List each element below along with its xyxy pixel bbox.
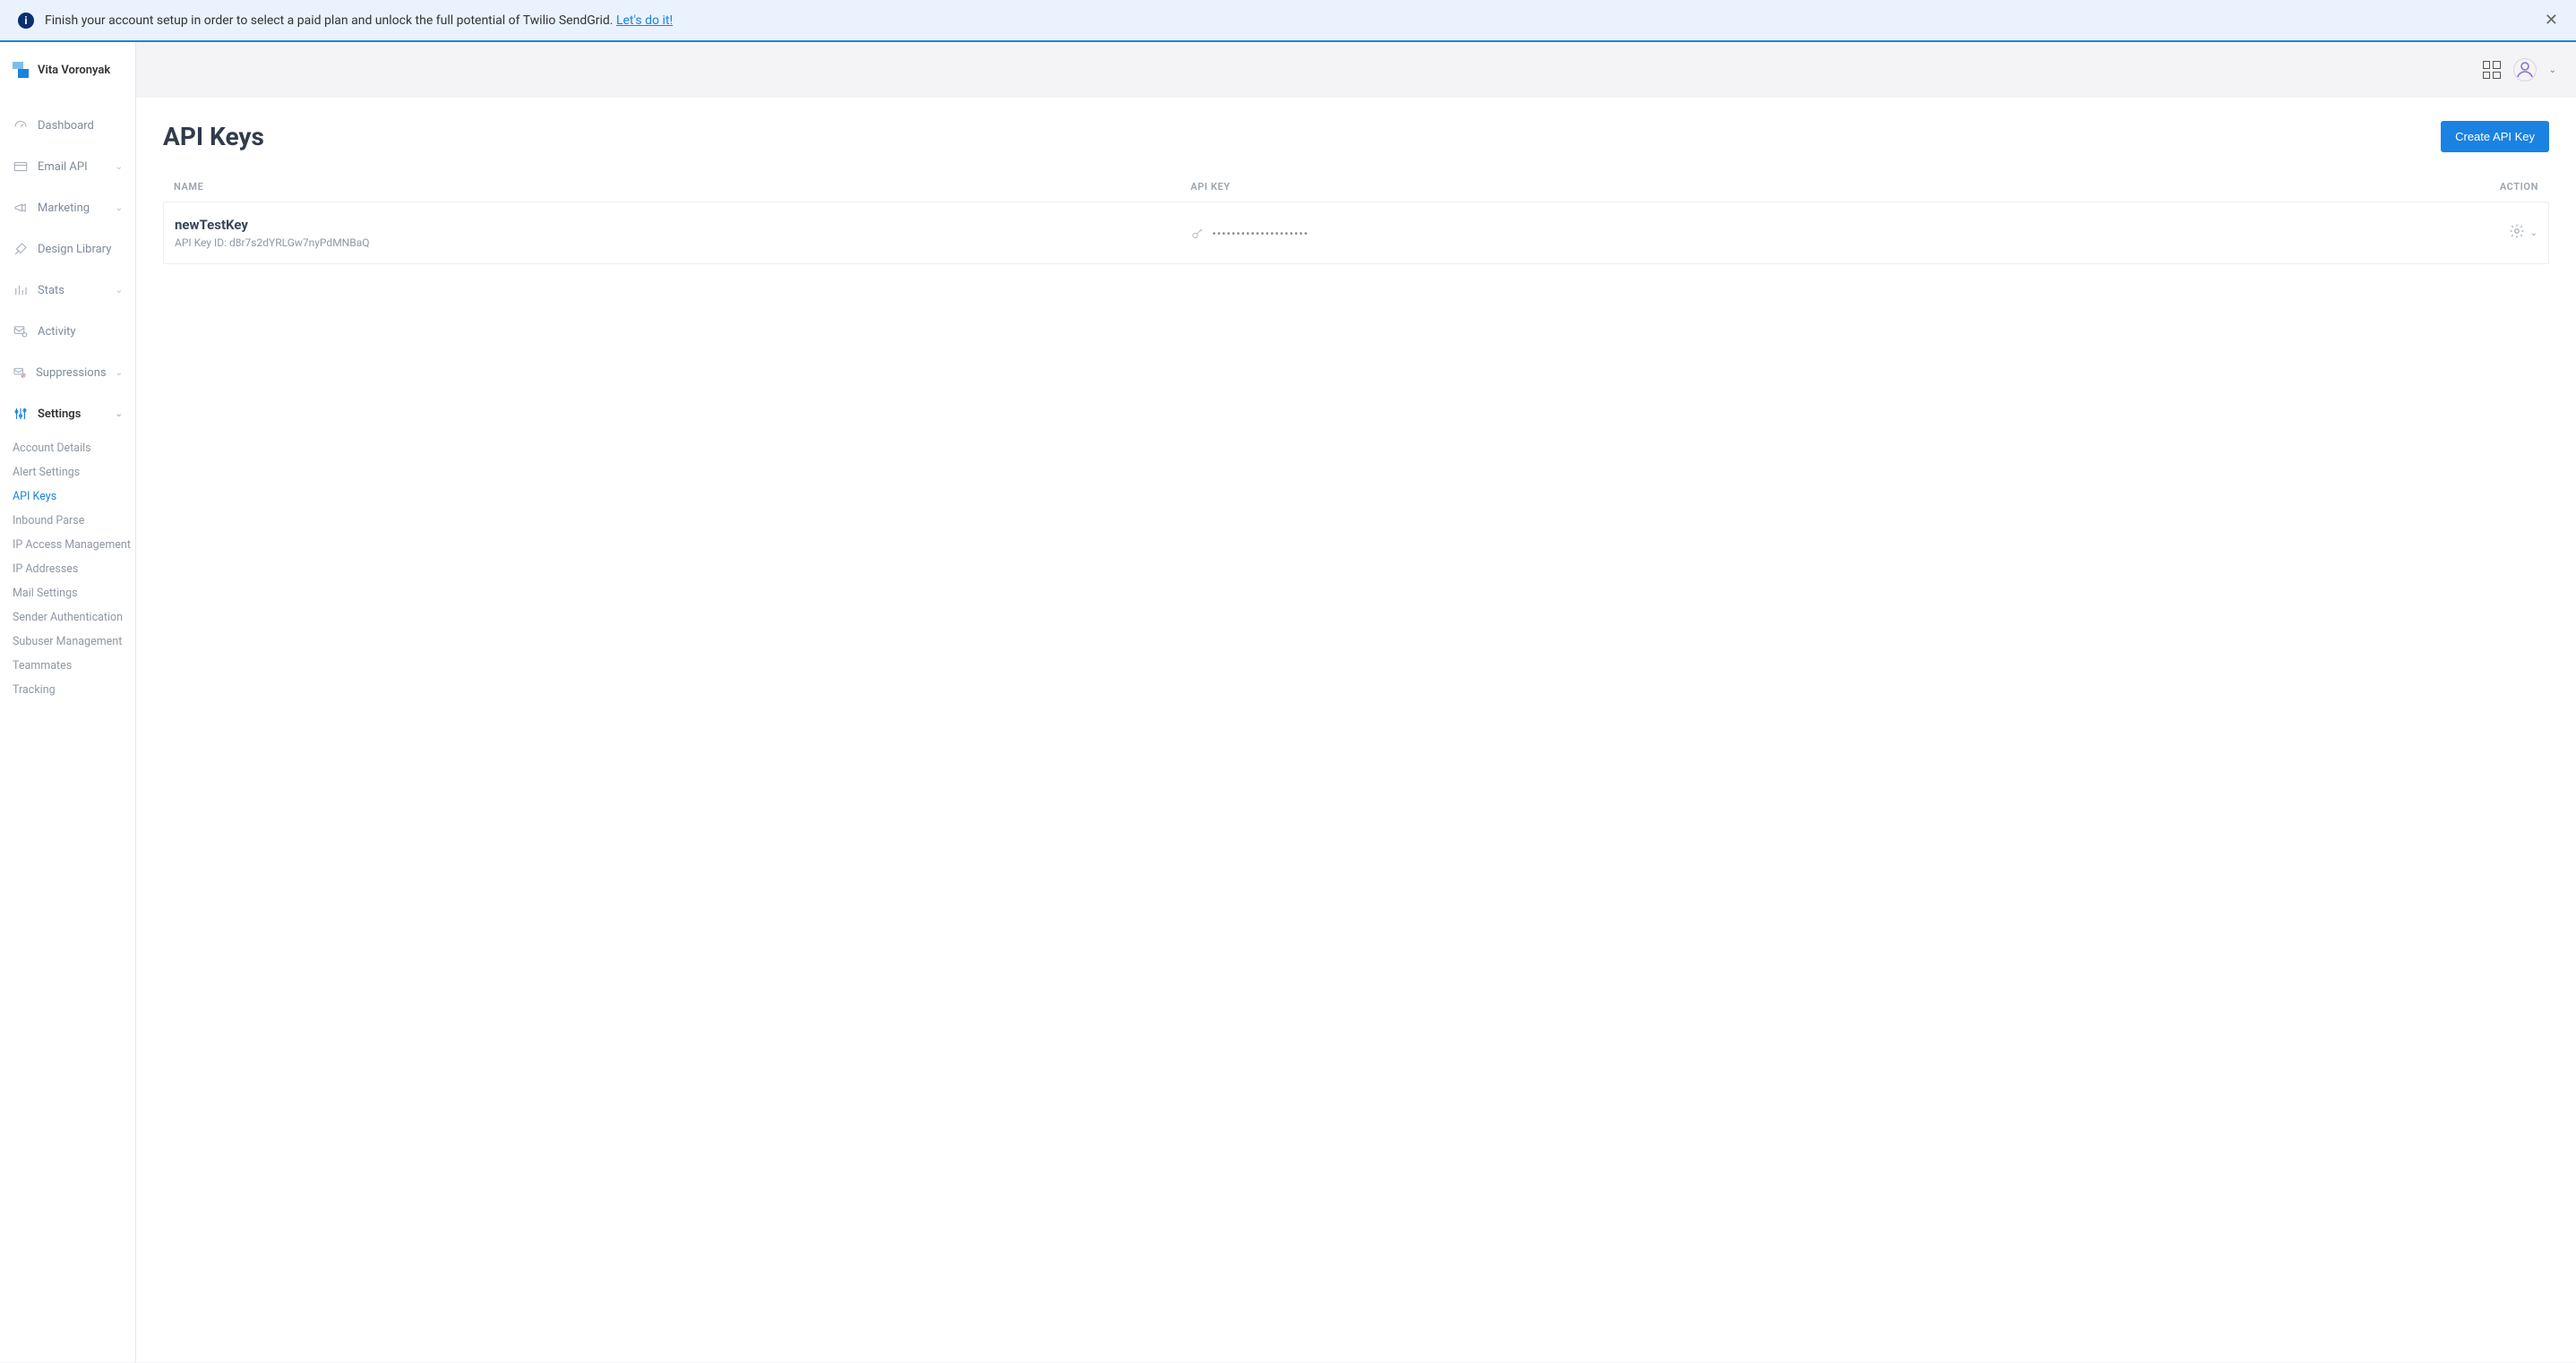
table-header: NAME API KEY ACTION bbox=[163, 172, 2549, 201]
chart-icon bbox=[13, 282, 29, 298]
nav-label: Dashboard bbox=[38, 119, 94, 133]
sidebar-header: Vita Voronyak bbox=[0, 42, 135, 105]
nav-design-library[interactable]: Design Library bbox=[0, 228, 135, 270]
nav-dashboard[interactable]: Dashboard bbox=[0, 105, 135, 146]
nav-settings[interactable]: Settings ⌄ bbox=[0, 393, 135, 434]
chevron-down-icon: ⌄ bbox=[116, 203, 123, 213]
row-name-cell: newTestKey API Key ID: d8r7s2dYRLGw7nyPd… bbox=[175, 217, 1190, 249]
nav-label: Stats bbox=[38, 284, 64, 297]
gear-icon[interactable] bbox=[2509, 223, 2525, 243]
nav-label: Design Library bbox=[38, 243, 111, 256]
subnav-ip-addresses[interactable]: IP Addresses bbox=[9, 557, 135, 581]
nav-email-api[interactable]: Email API ⌄ bbox=[0, 146, 135, 187]
api-key-name: newTestKey bbox=[175, 217, 1190, 233]
nav-suppressions[interactable]: Suppressions ⌄ bbox=[0, 352, 135, 393]
envelope-search-icon bbox=[13, 323, 29, 339]
chevron-down-icon: ⌄ bbox=[116, 162, 123, 172]
topbar: ⌄ bbox=[136, 42, 2576, 98]
table-row: newTestKey API Key ID: d8r7s2dYRLGw7nyPd… bbox=[163, 201, 2549, 264]
banner-text-wrap: Finish your account setup in order to se… bbox=[45, 13, 673, 28]
user-name: Vita Voronyak bbox=[38, 64, 110, 77]
subnav-sender-auth[interactable]: Sender Authentication bbox=[9, 605, 135, 630]
sidebar: Vita Voronyak Dashboard Email API ⌄ Mark… bbox=[0, 42, 136, 1362]
main-region: ⌄ API Keys Create API Key NAME API KEY A… bbox=[136, 42, 2576, 1362]
app-switcher-icon[interactable] bbox=[2483, 61, 2501, 79]
subnav-mail-settings[interactable]: Mail Settings bbox=[9, 581, 135, 605]
key-icon bbox=[1190, 227, 1205, 241]
masked-key: •••••••••••••••••••• bbox=[1212, 227, 1309, 241]
subnav-api-keys[interactable]: API Keys bbox=[9, 484, 135, 509]
col-name-header: NAME bbox=[174, 181, 1190, 193]
create-api-key-button[interactable]: Create API Key bbox=[2441, 121, 2549, 152]
chevron-down-icon: ⌄ bbox=[116, 409, 123, 419]
gauge-icon bbox=[13, 117, 29, 133]
nav-label: Marketing bbox=[38, 201, 90, 215]
nav-stats[interactable]: Stats ⌄ bbox=[0, 270, 135, 311]
nav-label: Settings bbox=[38, 407, 81, 421]
subnav-tracking[interactable]: Tracking bbox=[9, 678, 135, 702]
megaphone-icon bbox=[13, 200, 29, 216]
user-avatar-icon[interactable] bbox=[2513, 58, 2537, 81]
subnav-subuser-mgmt[interactable]: Subuser Management bbox=[9, 630, 135, 654]
nav-label: Email API bbox=[38, 160, 88, 174]
subnav-account-details[interactable]: Account Details bbox=[9, 436, 135, 460]
account-setup-banner: i Finish your account setup in order to … bbox=[0, 0, 2576, 42]
info-icon: i bbox=[18, 13, 34, 29]
envelope-block-icon bbox=[13, 364, 27, 381]
subnav-alert-settings[interactable]: Alert Settings bbox=[9, 460, 135, 484]
row-action-cell: ⌄ bbox=[2466, 223, 2537, 243]
api-key-id: API Key ID: d8r7s2dYRLGw7nyPdMNBaQ bbox=[175, 236, 1190, 249]
primary-nav: Dashboard Email API ⌄ Marketing ⌄ Design… bbox=[0, 105, 135, 711]
close-icon[interactable]: ✕ bbox=[2545, 11, 2558, 30]
row-key-cell: •••••••••••••••••••• bbox=[1190, 225, 2466, 242]
banner-link[interactable]: Let's do it! bbox=[616, 13, 673, 28]
nav-marketing[interactable]: Marketing ⌄ bbox=[0, 187, 135, 228]
nav-label: Activity bbox=[38, 325, 76, 339]
chevron-down-icon: ⌄ bbox=[116, 368, 123, 378]
banner-text: Finish your account setup in order to se… bbox=[45, 13, 616, 28]
chevron-down-icon[interactable]: ⌄ bbox=[2549, 65, 2556, 75]
page-title: API Keys bbox=[163, 122, 264, 151]
page-header: API Keys Create API Key bbox=[163, 121, 2549, 152]
subnav-ip-access[interactable]: IP Access Management bbox=[9, 533, 135, 557]
design-icon bbox=[13, 241, 29, 257]
settings-subnav: Account Details Alert Settings API Keys … bbox=[0, 434, 135, 711]
subnav-inbound-parse[interactable]: Inbound Parse bbox=[9, 509, 135, 533]
col-key-header: API KEY bbox=[1190, 181, 2467, 193]
card-icon bbox=[13, 159, 29, 175]
page-content: API Keys Create API Key NAME API KEY ACT… bbox=[136, 98, 2576, 1362]
sliders-icon bbox=[13, 406, 29, 422]
chevron-down-icon[interactable]: ⌄ bbox=[2530, 228, 2537, 238]
col-action-header: ACTION bbox=[2467, 181, 2538, 193]
nav-activity[interactable]: Activity bbox=[0, 311, 135, 352]
subnav-teammates[interactable]: Teammates bbox=[9, 654, 135, 678]
nav-label: Suppressions bbox=[36, 366, 107, 380]
chevron-down-icon: ⌄ bbox=[116, 286, 123, 296]
brand-logo-icon bbox=[13, 62, 29, 78]
